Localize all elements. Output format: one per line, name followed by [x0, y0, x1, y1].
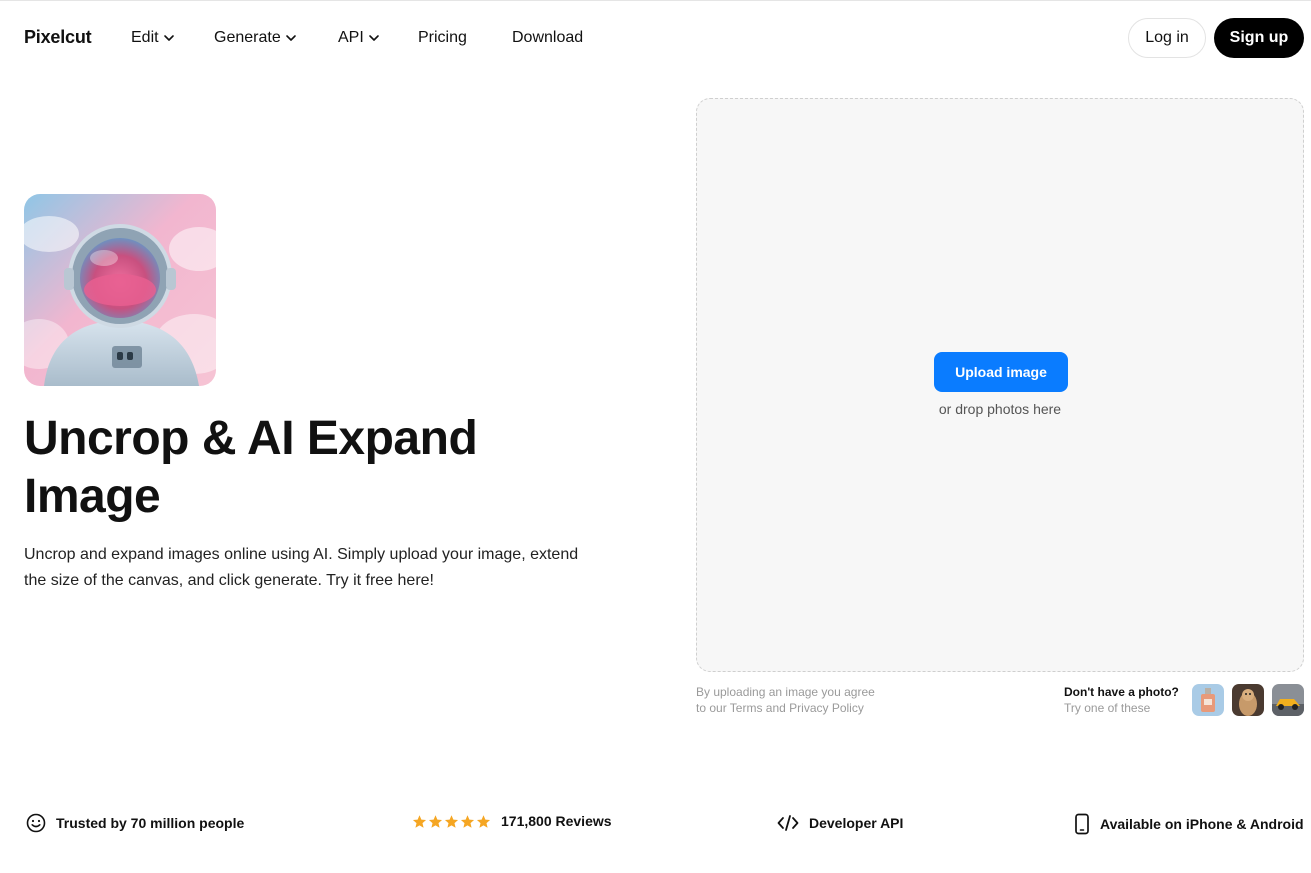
- signup-button[interactable]: Sign up: [1214, 18, 1304, 58]
- feature-developer-api: Developer API: [777, 813, 903, 833]
- perfume-bottle-icon: [1192, 684, 1224, 716]
- astronaut-image: [24, 194, 216, 386]
- sample-thumbnail-car[interactable]: [1272, 684, 1304, 716]
- nav-item-label: Edit: [131, 29, 159, 46]
- feature-label: 171,800 Reviews: [501, 813, 612, 829]
- star-icon: [476, 814, 491, 828]
- feature-label: Developer API: [809, 815, 904, 831]
- login-button[interactable]: Log in: [1128, 18, 1206, 58]
- rating-stars: [412, 814, 491, 829]
- nav-item-label: Download: [512, 29, 584, 46]
- nav-item-label: Pricing: [418, 29, 467, 46]
- code-icon: [777, 815, 799, 831]
- nav-item-label: API: [338, 29, 364, 46]
- feature-reviews: 171,800 Reviews: [412, 813, 612, 829]
- nav-item-label: Generate: [214, 29, 281, 46]
- upload-terms: By uploading an image you agree to our T…: [696, 684, 875, 716]
- feature-mobile-apps: Available on iPhone & Android: [1074, 813, 1304, 835]
- sample-question: Don't have a photo?: [1064, 685, 1179, 699]
- feature-label: Available on iPhone & Android: [1100, 816, 1304, 832]
- sample-thumbnail-dog[interactable]: [1232, 684, 1264, 716]
- terms-line: By uploading an image you agree: [696, 685, 875, 699]
- nav-item-generate[interactable]: Generate: [214, 29, 297, 47]
- nav-item-api[interactable]: API: [338, 29, 380, 47]
- logo[interactable]: Pixelcut: [24, 27, 92, 48]
- dog-photo-icon: [1232, 684, 1264, 716]
- upload-dropzone[interactable]: Upload image or drop photos here: [696, 98, 1304, 672]
- feature-label: Trusted by 70 million people: [56, 815, 245, 831]
- feature-trusted: Trusted by 70 million people: [26, 813, 244, 833]
- nav-item-edit[interactable]: Edit: [131, 29, 175, 47]
- chevron-down-icon: [285, 35, 296, 41]
- terms-link[interactable]: to our Terms and Privacy Policy: [696, 700, 875, 716]
- upload-image-button[interactable]: Upload image: [934, 352, 1068, 392]
- star-icon: [444, 814, 459, 828]
- nav-item-download[interactable]: Download: [512, 29, 583, 47]
- hero-astronaut-image: [24, 194, 216, 386]
- page-title: Uncrop & AI Expand Image: [24, 412, 478, 523]
- nav-item-pricing[interactable]: Pricing: [418, 29, 467, 47]
- sample-photos-label: Don't have a photo? Try one of these: [1064, 684, 1179, 716]
- star-icon: [460, 814, 475, 828]
- star-icon: [412, 814, 427, 828]
- chevron-down-icon: [368, 35, 379, 41]
- phone-icon: [1075, 813, 1089, 835]
- drop-hint: or drop photos here: [938, 401, 1062, 417]
- sample-thumbnail-perfume[interactable]: [1192, 684, 1224, 716]
- sample-hint: Try one of these: [1064, 701, 1151, 715]
- hero-description: Uncrop and expand images online using AI…: [24, 546, 579, 589]
- star-icon: [428, 814, 443, 828]
- smiley-icon: [26, 813, 46, 833]
- chevron-down-icon: [163, 35, 174, 41]
- car-photo-icon: [1272, 684, 1304, 716]
- navbar: Pixelcut Edit Generate API Pricing Downl…: [0, 0, 1311, 76]
